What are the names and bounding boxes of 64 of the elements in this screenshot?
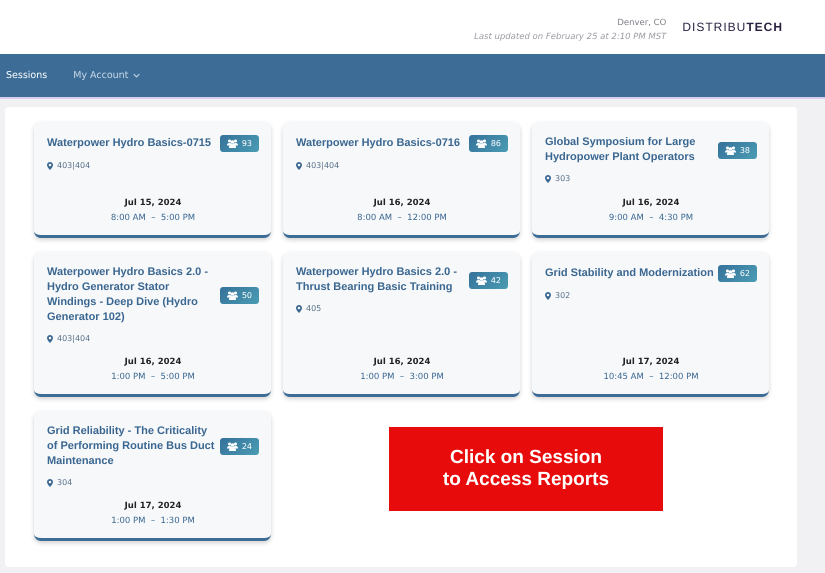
people-icon xyxy=(226,139,238,148)
session-date: Jul 16, 2024 xyxy=(374,357,430,367)
session-card[interactable]: Grid Stability and Modernization 62 302 Jul 17, 2024 10:45 AM – 12:00 PM xyxy=(532,252,769,397)
location-icon xyxy=(47,478,53,486)
session-time: 1:00 PM – 1:30 PM xyxy=(111,516,195,526)
room-text: 304 xyxy=(57,478,72,487)
room-text: 403|404 xyxy=(57,334,90,343)
location-text: Denver, CO xyxy=(617,18,666,28)
session-time: 9:00 AM – 4:30 PM xyxy=(608,213,694,223)
session-date: Jul 16, 2024 xyxy=(124,357,182,367)
session-date: Jul 15, 2024 xyxy=(124,198,182,208)
session-date: Jul 16, 2024 xyxy=(622,198,680,208)
room-text: 303 xyxy=(555,174,570,183)
session-title: Waterpower Hydro Basics-0715 xyxy=(47,136,212,151)
session-title: Global Symposium for Large Hydropower Plant Operators xyxy=(545,135,696,165)
last-updated-text: Last updated on February 25 at 2:10 PM MST xyxy=(474,32,666,42)
room-text: 302 xyxy=(555,291,570,300)
session-card[interactable]: Waterpower Hydro Basics-0715 93 403|404 Jul 15, 2024 8:00 AM – 5:00 PM xyxy=(34,122,271,238)
nav-item[interactable]: My Account xyxy=(73,70,140,81)
callout-text: to Access Reports xyxy=(442,469,610,491)
callout-text: Click on Session xyxy=(450,447,602,469)
session-card[interactable]: Waterpower Hydro Basics-0716 86 403|404 Jul 16, 2024 8:00 AM – 12:00 PM xyxy=(283,122,520,238)
session-date: Jul 16, 2024 xyxy=(374,198,430,208)
people-icon xyxy=(476,276,487,284)
attendee-badge: 93 xyxy=(220,135,259,152)
people-icon xyxy=(476,139,487,148)
people-icon xyxy=(724,146,736,154)
attendee-badge: 62 xyxy=(718,265,757,282)
caret-icon xyxy=(133,73,140,78)
attendee-badge: 24 xyxy=(220,438,259,455)
nav-item[interactable]: Sessions xyxy=(6,70,48,81)
location-icon xyxy=(296,304,302,312)
session-title: Grid Reliability - The Criticality of Performing Routine Bus Duct Maintenance xyxy=(47,424,216,469)
room-text: 403|404 xyxy=(306,161,340,170)
session-title: Waterpower Hydro Basics-0716 xyxy=(296,136,462,151)
room-text: 403|404 xyxy=(57,161,90,170)
location-icon xyxy=(296,162,302,170)
session-card[interactable]: Waterpower Hydro Basics 2.0 - Thrust Bearing Basic Training 42 405 Jul 16, 2024 1:00 PM – 3:00 PM xyxy=(283,252,520,397)
session-time: 1:00 PM – 5:00 PM xyxy=(111,372,195,382)
people-icon xyxy=(724,269,736,278)
session-date: Jul 17, 2024 xyxy=(622,357,680,367)
attendee-badge: 42 xyxy=(468,272,508,288)
session-card[interactable]: Grid Reliability - The Criticality of Performing Routine Bus Duct Maintenance 24 304 Jul 17, 2024 1:00 PM – 1:30 PM xyxy=(34,411,271,541)
session-title: Waterpower Hydro Basics 2.0 - Thrust Bearing Basic Training xyxy=(296,265,458,295)
people-icon xyxy=(226,442,238,451)
location-icon xyxy=(47,334,53,342)
session-time: 8:00 AM – 5:00 PM xyxy=(110,213,196,223)
location-icon xyxy=(545,174,551,182)
session-title: Waterpower Hydro Basics 2.0 - Hydro Generator Stator Windings - Deep Dive (Hydro Generator 102) xyxy=(47,265,209,325)
session-card[interactable]: Waterpower Hydro Basics 2.0 - Hydro Generator Stator Windings - Deep Dive (Hydro Generator 102) 50 403|404 Jul 16, 2024 1:00 PM – 5:00 PM xyxy=(34,252,271,397)
attendee-badge: 50 xyxy=(220,286,259,304)
room-text: 405 xyxy=(306,304,322,313)
session-time: 8:00 AM – 12:00 PM xyxy=(357,213,447,223)
session-time: 10:45 AM – 12:00 PM xyxy=(603,372,699,382)
brand-logo: DISTRIBUTECH xyxy=(682,20,783,34)
session-title: Grid Stability and Modernization xyxy=(545,266,714,281)
session-time: 1:00 PM – 3:00 PM xyxy=(360,372,444,382)
session-date: Jul 17, 2024 xyxy=(124,501,182,511)
people-icon xyxy=(226,290,238,300)
attendee-badge: 86 xyxy=(468,135,508,152)
location-icon xyxy=(47,162,53,170)
session-card[interactable]: Global Symposium for Large Hydropower Plant Operators 38 303 Jul 16, 2024 9:00 AM – 4:30 PM xyxy=(532,122,769,238)
attendee-badge: 38 xyxy=(718,142,757,158)
location-icon xyxy=(545,292,551,300)
